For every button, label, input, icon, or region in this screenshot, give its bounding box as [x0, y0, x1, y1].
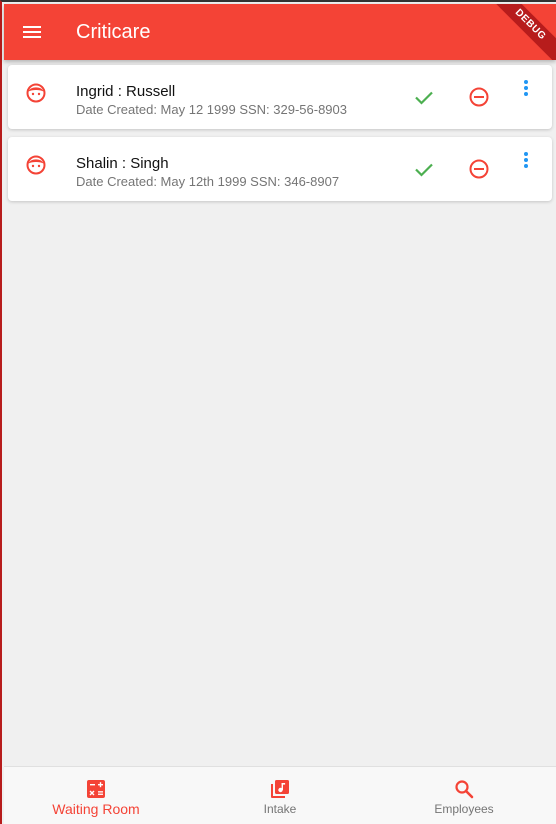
more-options-button[interactable] — [514, 77, 538, 101]
face-icon — [26, 155, 46, 175]
patient-card[interactable]: Shalin : Singh Date Created: May 12th 19… — [8, 137, 552, 201]
approve-button[interactable] — [412, 157, 436, 181]
check-icon — [415, 163, 433, 177]
menu-button[interactable] — [4, 4, 60, 60]
check-icon — [415, 91, 433, 105]
more-vert-icon — [524, 80, 528, 96]
more-options-button[interactable] — [514, 149, 538, 173]
approve-button[interactable] — [412, 85, 436, 109]
app-bar: Criticare DEBUG — [4, 4, 556, 60]
library-music-icon — [271, 780, 289, 798]
calculator-icon — [87, 780, 105, 798]
remove-circle-icon — [469, 159, 489, 179]
patient-card[interactable]: Ingrid : Russell Date Created: May 12 19… — [8, 65, 552, 129]
patient-list: Ingrid : Russell Date Created: May 12 19… — [8, 65, 552, 209]
bottom-navigation: Waiting Room Intake Employees — [4, 766, 556, 824]
debug-banner: DEBUG — [481, 4, 556, 60]
nav-label: Waiting Room — [52, 801, 140, 817]
search-icon — [455, 780, 474, 799]
more-vert-icon — [524, 152, 528, 168]
remove-circle-icon — [469, 87, 489, 107]
app-frame: Criticare DEBUG Ingrid : Russell Date Cr… — [0, 0, 556, 824]
remove-button[interactable] — [467, 157, 491, 181]
app-title: Criticare — [76, 20, 151, 43]
nav-label: Employees — [434, 802, 494, 816]
patient-name: Ingrid : Russell — [76, 83, 176, 100]
face-icon — [26, 83, 46, 103]
patient-details: Date Created: May 12 1999 SSN: 329-56-89… — [76, 102, 348, 117]
nav-employees[interactable]: Employees — [372, 767, 556, 824]
menu-icon — [23, 26, 41, 38]
patient-details: Date Created: May 12th 1999 SSN: 346-890… — [76, 174, 340, 189]
patient-name: Shalin : Singh — [76, 155, 169, 172]
nav-label: Intake — [263, 802, 297, 816]
nav-intake[interactable]: Intake — [188, 767, 372, 824]
remove-button[interactable] — [467, 85, 491, 109]
nav-waiting-room[interactable]: Waiting Room — [4, 767, 188, 824]
